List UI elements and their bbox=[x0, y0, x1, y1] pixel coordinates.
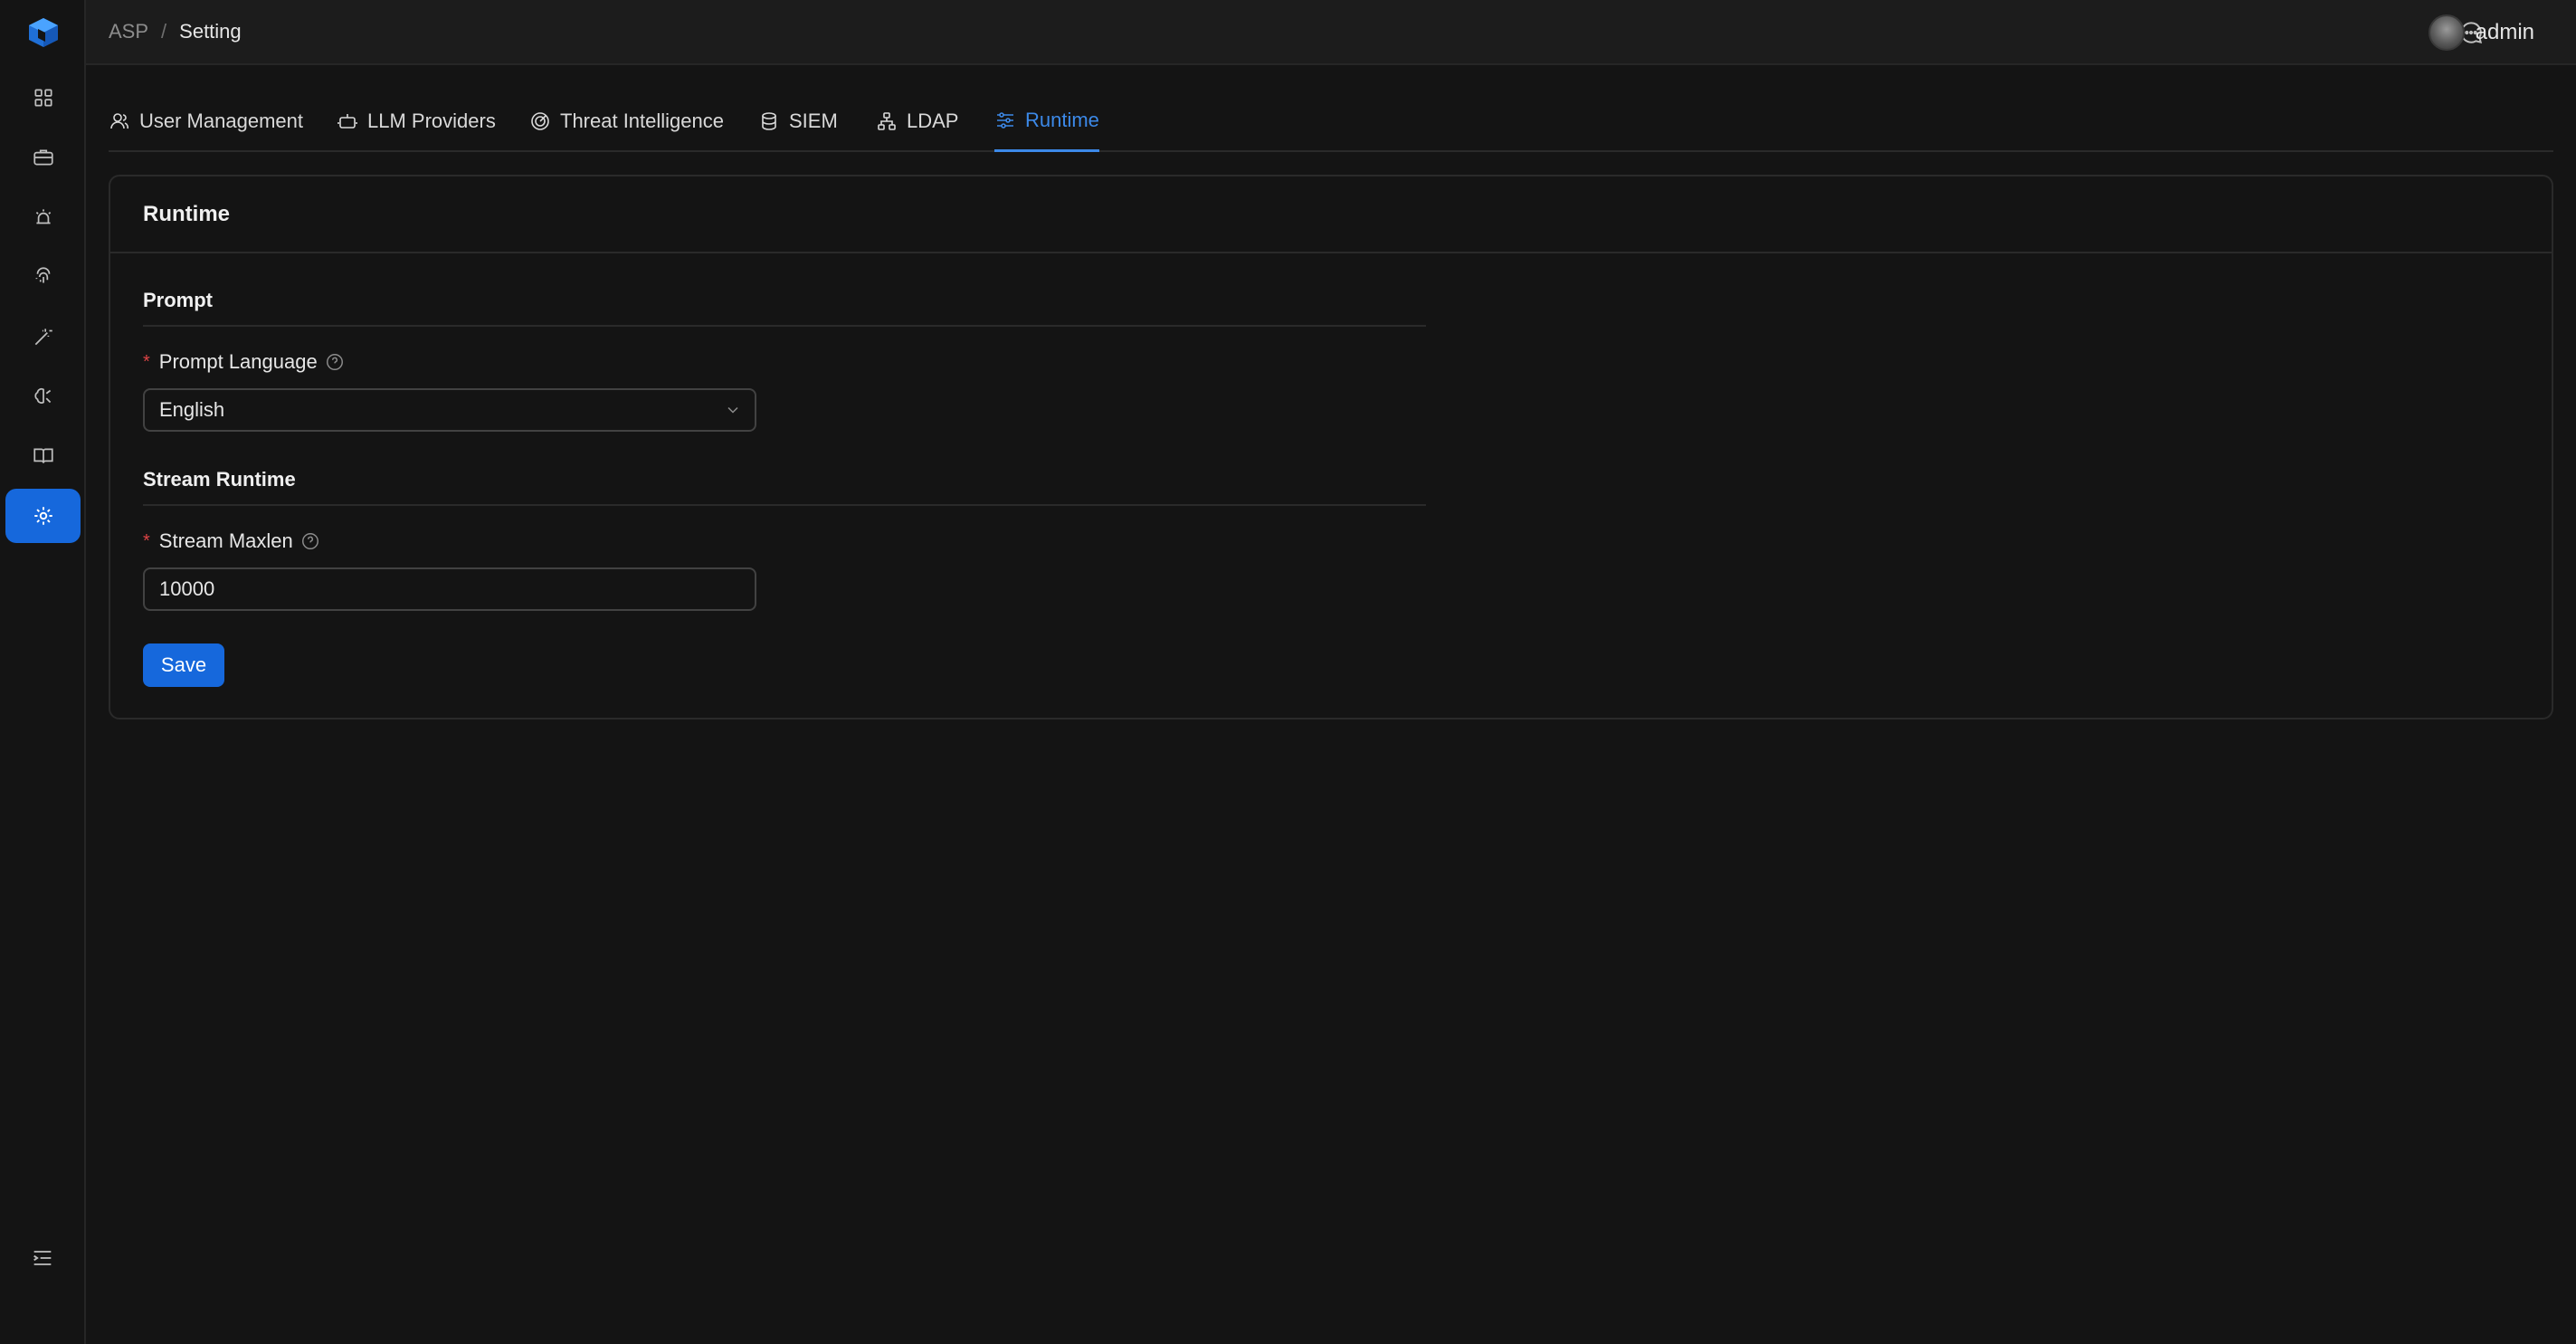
tab-siem[interactable]: SIEM bbox=[758, 91, 838, 152]
card-header: Runtime bbox=[110, 176, 2552, 253]
select-value: English bbox=[159, 398, 225, 421]
sidebar-item-cases[interactable] bbox=[5, 130, 81, 185]
tab-runtime[interactable]: Runtime bbox=[994, 91, 1099, 152]
sidebar bbox=[0, 0, 86, 1344]
sidebar-item-dashboard[interactable] bbox=[5, 71, 81, 125]
tab-label: User Management bbox=[139, 110, 303, 132]
menu-collapse-icon[interactable] bbox=[30, 1245, 55, 1271]
prompt-language-label: * Prompt Language bbox=[143, 350, 345, 374]
fingerprint-icon bbox=[35, 267, 50, 283]
briefcase-icon bbox=[33, 149, 53, 166]
magic-wand-icon bbox=[34, 329, 52, 346]
book-icon bbox=[33, 448, 53, 463]
radar-icon bbox=[531, 112, 549, 130]
database-icon bbox=[762, 112, 776, 130]
tab-llm-providers[interactable]: LLM Providers bbox=[337, 91, 496, 152]
dashboard-grid-icon bbox=[33, 89, 52, 107]
stream-maxlen-label: * Stream Maxlen bbox=[143, 529, 320, 553]
tab-ldap[interactable]: LDAP bbox=[876, 91, 958, 152]
field-label-text: Stream Maxlen bbox=[158, 529, 293, 552]
sliders-icon bbox=[997, 111, 1013, 129]
tab-user-management[interactable]: User Management bbox=[109, 91, 303, 152]
avatar bbox=[2428, 14, 2465, 51]
top-header: ASP / Setting admin bbox=[86, 0, 2576, 65]
required-mark: * bbox=[143, 351, 150, 372]
help-icon[interactable] bbox=[300, 531, 320, 551]
breadcrumb-separator: / bbox=[161, 20, 167, 43]
prompt-language-select[interactable]: English bbox=[143, 388, 756, 432]
sidebar-item-ai[interactable] bbox=[5, 369, 81, 424]
robot-icon bbox=[337, 114, 357, 129]
settings-tabs: User Management LLM Providers Threat Int… bbox=[109, 91, 2553, 152]
alarm-siren-icon bbox=[35, 209, 51, 224]
chevron-down-icon bbox=[727, 406, 738, 414]
section-divider bbox=[143, 504, 1426, 506]
brain-icon bbox=[33, 387, 51, 404]
tab-threat-intelligence[interactable]: Threat Intelligence bbox=[529, 91, 724, 152]
sidebar-item-knowledge[interactable] bbox=[5, 429, 81, 483]
save-button[interactable]: Save bbox=[143, 643, 224, 687]
sidebar-item-alerts[interactable] bbox=[5, 190, 81, 244]
tab-label: SIEM bbox=[789, 110, 838, 132]
breadcrumb-root[interactable]: ASP bbox=[109, 20, 148, 43]
gear-icon bbox=[33, 507, 52, 525]
tab-label: LDAP bbox=[907, 110, 959, 132]
section-title-prompt: Prompt bbox=[143, 289, 213, 311]
section-title-stream-runtime: Stream Runtime bbox=[143, 468, 296, 491]
help-icon[interactable] bbox=[325, 352, 345, 372]
user-icon bbox=[110, 113, 128, 129]
tab-label: Runtime bbox=[1025, 108, 1099, 131]
section-divider bbox=[143, 325, 1426, 327]
user-menu[interactable]: admin bbox=[2428, 14, 2534, 51]
sidebar-item-settings[interactable] bbox=[5, 489, 81, 543]
runtime-card: Runtime Prompt * Prompt Language English… bbox=[109, 175, 2553, 720]
tab-label: Threat Intelligence bbox=[560, 110, 724, 132]
breadcrumb: ASP / Setting bbox=[109, 20, 242, 43]
breadcrumb-current: Setting bbox=[179, 20, 242, 43]
sidebar-item-identity[interactable] bbox=[5, 250, 81, 304]
cluster-icon bbox=[878, 112, 896, 130]
hexagon-logo-icon[interactable] bbox=[25, 16, 62, 49]
required-mark: * bbox=[143, 530, 150, 551]
field-label-text: Prompt Language bbox=[158, 350, 318, 373]
sidebar-item-automation[interactable] bbox=[5, 310, 81, 364]
user-name: admin bbox=[2475, 20, 2534, 44]
tab-label: LLM Providers bbox=[367, 110, 496, 132]
card-title: Runtime bbox=[143, 202, 230, 226]
stream-maxlen-input[interactable] bbox=[143, 567, 756, 611]
